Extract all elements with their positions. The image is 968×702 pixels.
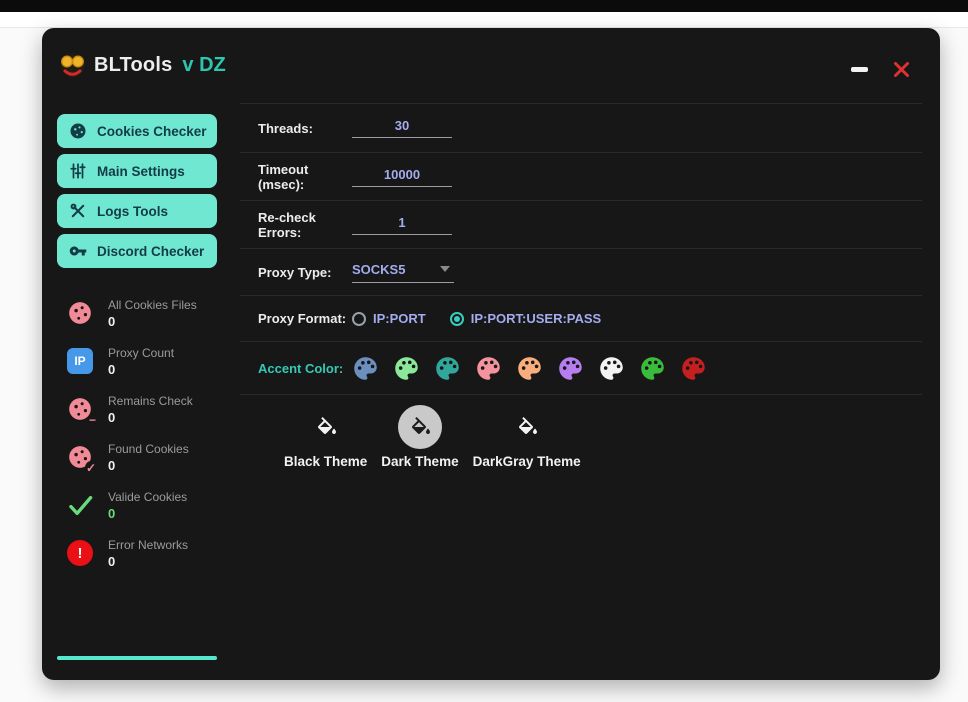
theme-row: Black Theme Dark Theme DarkGray Theme bbox=[240, 394, 922, 469]
sidebar: Cookies Checker Main Settings Logs Tools bbox=[57, 114, 227, 586]
palette-icon[interactable] bbox=[557, 355, 584, 382]
theme-label: Black Theme bbox=[284, 454, 367, 469]
ip-icon: IP bbox=[67, 348, 93, 374]
paint-bucket-icon bbox=[314, 415, 338, 439]
error-icon: ! bbox=[67, 540, 93, 566]
proxy-type-row: Proxy Type: SOCKS5 bbox=[240, 248, 922, 295]
threads-label: Threads: bbox=[258, 121, 352, 136]
minus-badge-icon: − bbox=[88, 413, 97, 427]
sliders-icon bbox=[69, 162, 87, 180]
darkgray-theme-button[interactable]: DarkGray Theme bbox=[473, 405, 581, 469]
screen-top-strip bbox=[0, 0, 968, 12]
cookie-icon bbox=[67, 300, 93, 326]
stat-remains-check: − Remains Check 0 bbox=[67, 394, 227, 426]
sidebar-item-label: Cookies Checker bbox=[97, 124, 207, 139]
tools-icon bbox=[69, 202, 87, 220]
theme-label: DarkGray Theme bbox=[473, 454, 581, 469]
paint-bucket-icon bbox=[515, 415, 539, 439]
proxy-type-label: Proxy Type: bbox=[258, 265, 352, 280]
close-icon bbox=[893, 61, 910, 78]
stat-label: Found Cookies bbox=[108, 442, 189, 457]
radio-icon bbox=[352, 312, 366, 326]
stat-value: 0 bbox=[108, 313, 197, 330]
sidebar-item-label: Logs Tools bbox=[97, 204, 168, 219]
stat-value: 0 bbox=[108, 409, 193, 426]
proxy-type-select[interactable]: SOCKS5 bbox=[352, 262, 454, 283]
stat-label: All Cookies Files bbox=[108, 298, 197, 313]
radio-label: IP:PORT bbox=[373, 311, 426, 326]
palette-icon[interactable] bbox=[598, 355, 625, 382]
stat-error-networks: ! Error Networks 0 bbox=[67, 538, 227, 570]
palette-icon[interactable] bbox=[352, 355, 379, 382]
app-version: v DZ bbox=[182, 54, 225, 77]
proxy-type-value: SOCKS5 bbox=[352, 262, 405, 277]
palette-icon[interactable] bbox=[434, 355, 461, 382]
accent-color-options bbox=[352, 355, 707, 382]
money-face-icon bbox=[59, 52, 86, 79]
recheck-errors-input[interactable]: 1 bbox=[352, 215, 452, 235]
cookie-icon bbox=[69, 122, 87, 140]
accent-color-label: Accent Color: bbox=[258, 361, 352, 376]
proxy-format-label: Proxy Format: bbox=[258, 311, 352, 326]
app-title: BLTools bbox=[94, 54, 172, 77]
recheck-errors-row: Re-check Errors: 1 bbox=[240, 200, 922, 248]
dark-theme-button[interactable]: Dark Theme bbox=[381, 405, 458, 469]
stat-label: Proxy Count bbox=[108, 346, 174, 361]
close-button[interactable] bbox=[892, 60, 910, 78]
check-badge-icon: ✓ bbox=[85, 461, 97, 475]
palette-icon[interactable] bbox=[475, 355, 502, 382]
sidebar-item-discord-checker[interactable]: Discord Checker bbox=[57, 234, 217, 268]
progress-bar bbox=[57, 656, 217, 660]
stat-found-cookies: ✓ Found Cookies 0 bbox=[67, 442, 227, 474]
timeout-label: Timeout (msec): bbox=[258, 162, 352, 192]
app-window: BLTools v DZ Cookies Checker M bbox=[42, 28, 940, 680]
stat-value: 0 bbox=[108, 553, 188, 570]
stat-label: Error Networks bbox=[108, 538, 188, 553]
sidebar-item-label: Main Settings bbox=[97, 164, 185, 179]
radio-ip-port-user-pass[interactable]: IP:PORT:USER:PASS bbox=[450, 311, 602, 326]
timeout-input[interactable]: 10000 bbox=[352, 167, 452, 187]
timeout-row: Timeout (msec): 10000 bbox=[240, 152, 922, 200]
stats-list: All Cookies Files 0 IP Proxy Count 0 − R… bbox=[57, 298, 227, 570]
settings-panel: Threads: 30 Timeout (msec): 10000 Re-che… bbox=[240, 103, 922, 469]
stat-value: 0 bbox=[108, 457, 189, 474]
stat-label: Remains Check bbox=[108, 394, 193, 409]
palette-icon[interactable] bbox=[393, 355, 420, 382]
chevron-down-icon bbox=[440, 266, 450, 272]
threads-input[interactable]: 30 bbox=[352, 118, 452, 138]
stat-proxy-count: IP Proxy Count 0 bbox=[67, 346, 227, 378]
minimize-button[interactable] bbox=[851, 67, 868, 72]
sidebar-item-label: Discord Checker bbox=[97, 244, 204, 259]
check-icon bbox=[67, 492, 94, 519]
radio-ip-port[interactable]: IP:PORT bbox=[352, 311, 426, 326]
stat-all-cookies-files: All Cookies Files 0 bbox=[67, 298, 227, 330]
sidebar-item-cookies-checker[interactable]: Cookies Checker bbox=[57, 114, 217, 148]
desktop-background-strip bbox=[0, 12, 968, 28]
recheck-errors-label: Re-check Errors: bbox=[258, 210, 352, 240]
proxy-format-row: Proxy Format: IP:PORT IP:PORT:USER:PASS bbox=[240, 295, 922, 341]
radio-label: IP:PORT:USER:PASS bbox=[471, 311, 602, 326]
stat-value: 0 bbox=[108, 361, 174, 378]
sidebar-item-logs-tools[interactable]: Logs Tools bbox=[57, 194, 217, 228]
key-icon bbox=[69, 242, 87, 260]
paint-bucket-icon bbox=[408, 415, 432, 439]
threads-row: Threads: 30 bbox=[240, 103, 922, 152]
palette-icon[interactable] bbox=[680, 355, 707, 382]
black-theme-button[interactable]: Black Theme bbox=[284, 405, 367, 469]
stat-valide-cookies: Valide Cookies 0 bbox=[67, 490, 227, 522]
theme-label: Dark Theme bbox=[381, 454, 458, 469]
stat-label: Valide Cookies bbox=[108, 490, 187, 505]
titlebar: BLTools v DZ bbox=[42, 28, 940, 100]
sidebar-item-main-settings[interactable]: Main Settings bbox=[57, 154, 217, 188]
palette-icon[interactable] bbox=[639, 355, 666, 382]
stat-value: 0 bbox=[108, 505, 187, 522]
accent-color-row: Accent Color: bbox=[240, 341, 922, 394]
radio-selected-icon bbox=[450, 312, 464, 326]
palette-icon[interactable] bbox=[516, 355, 543, 382]
